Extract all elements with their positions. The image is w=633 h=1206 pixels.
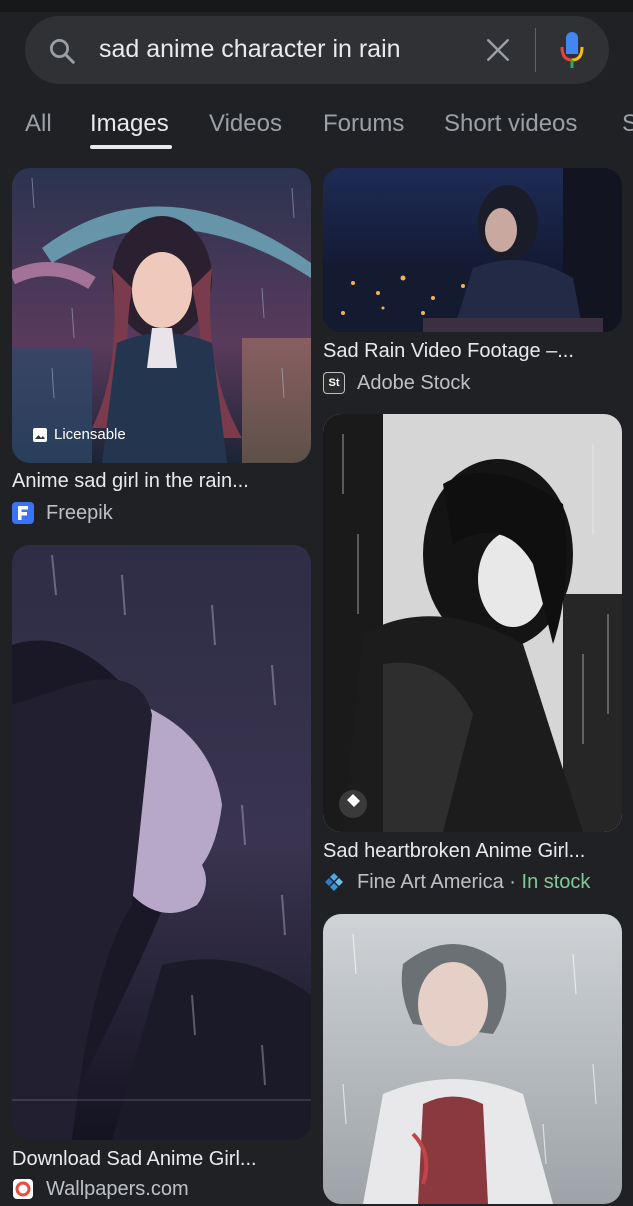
result-title-1[interactable]: Anime sad girl in the rain... xyxy=(12,470,249,493)
tag-icon xyxy=(339,790,367,818)
source-name: Freepik xyxy=(46,502,113,524)
rain-boy-image xyxy=(323,914,622,1204)
wallpapers-icon xyxy=(12,1178,34,1200)
licensable-badge: Licensable xyxy=(32,426,126,443)
tab-videos[interactable]: Videos xyxy=(209,110,282,138)
result-title-3[interactable]: Sad heartbroken Anime Girl... xyxy=(323,840,585,863)
freepik-icon xyxy=(12,502,34,524)
result-image-5[interactable] xyxy=(323,914,622,1204)
microphone-icon[interactable] xyxy=(558,30,586,70)
search-icon[interactable] xyxy=(47,36,77,66)
clear-icon[interactable] xyxy=(485,37,511,63)
monochrome-girl-image xyxy=(323,414,622,832)
search-divider xyxy=(535,28,536,72)
search-tabs: All Images Videos Forums Short videos S xyxy=(0,106,633,154)
result-image-1[interactable]: Licensable xyxy=(12,168,311,463)
in-stock-label: In stock xyxy=(521,871,591,893)
result-source-3[interactable]: Fine Art America · In stock xyxy=(323,871,628,895)
result-title-4[interactable]: Download Sad Anime Girl... xyxy=(12,1148,257,1171)
result-title-2[interactable]: Sad Rain Video Footage –... xyxy=(323,340,574,363)
status-strip xyxy=(0,0,633,12)
result-image-2[interactable] xyxy=(323,168,622,332)
image-icon xyxy=(33,427,47,442)
tab-more[interactable]: S xyxy=(622,110,633,138)
night-city-girl-image xyxy=(323,168,622,332)
adobe-stock-icon: St xyxy=(323,372,345,394)
rain-girl-umbrella-image xyxy=(12,168,311,463)
result-image-4[interactable] xyxy=(12,545,311,1140)
tab-all[interactable]: All xyxy=(25,110,52,138)
active-tab-indicator xyxy=(90,145,172,149)
source-name: Wallpapers.com xyxy=(46,1178,189,1200)
result-source-2[interactable]: St Adobe Stock xyxy=(323,372,613,396)
result-source-1[interactable]: Freepik xyxy=(12,502,292,526)
fine-art-america-icon xyxy=(323,871,345,893)
source-name: Fine Art America xyxy=(357,871,504,893)
result-source-4[interactable]: Wallpapers.com xyxy=(12,1178,292,1202)
search-bar[interactable]: sad anime character in rain xyxy=(25,16,609,84)
tab-short-videos[interactable]: Short videos xyxy=(444,110,577,138)
rain-girl-looking-up-image xyxy=(12,545,311,1140)
licensable-label: Licensable xyxy=(54,426,126,443)
tab-forums[interactable]: Forums xyxy=(323,110,404,138)
search-input[interactable]: sad anime character in rain xyxy=(99,35,461,64)
result-image-3[interactable] xyxy=(323,414,622,832)
stock-separator: · xyxy=(509,871,516,893)
tab-images[interactable]: Images xyxy=(90,110,169,138)
source-name: Adobe Stock xyxy=(357,372,471,394)
